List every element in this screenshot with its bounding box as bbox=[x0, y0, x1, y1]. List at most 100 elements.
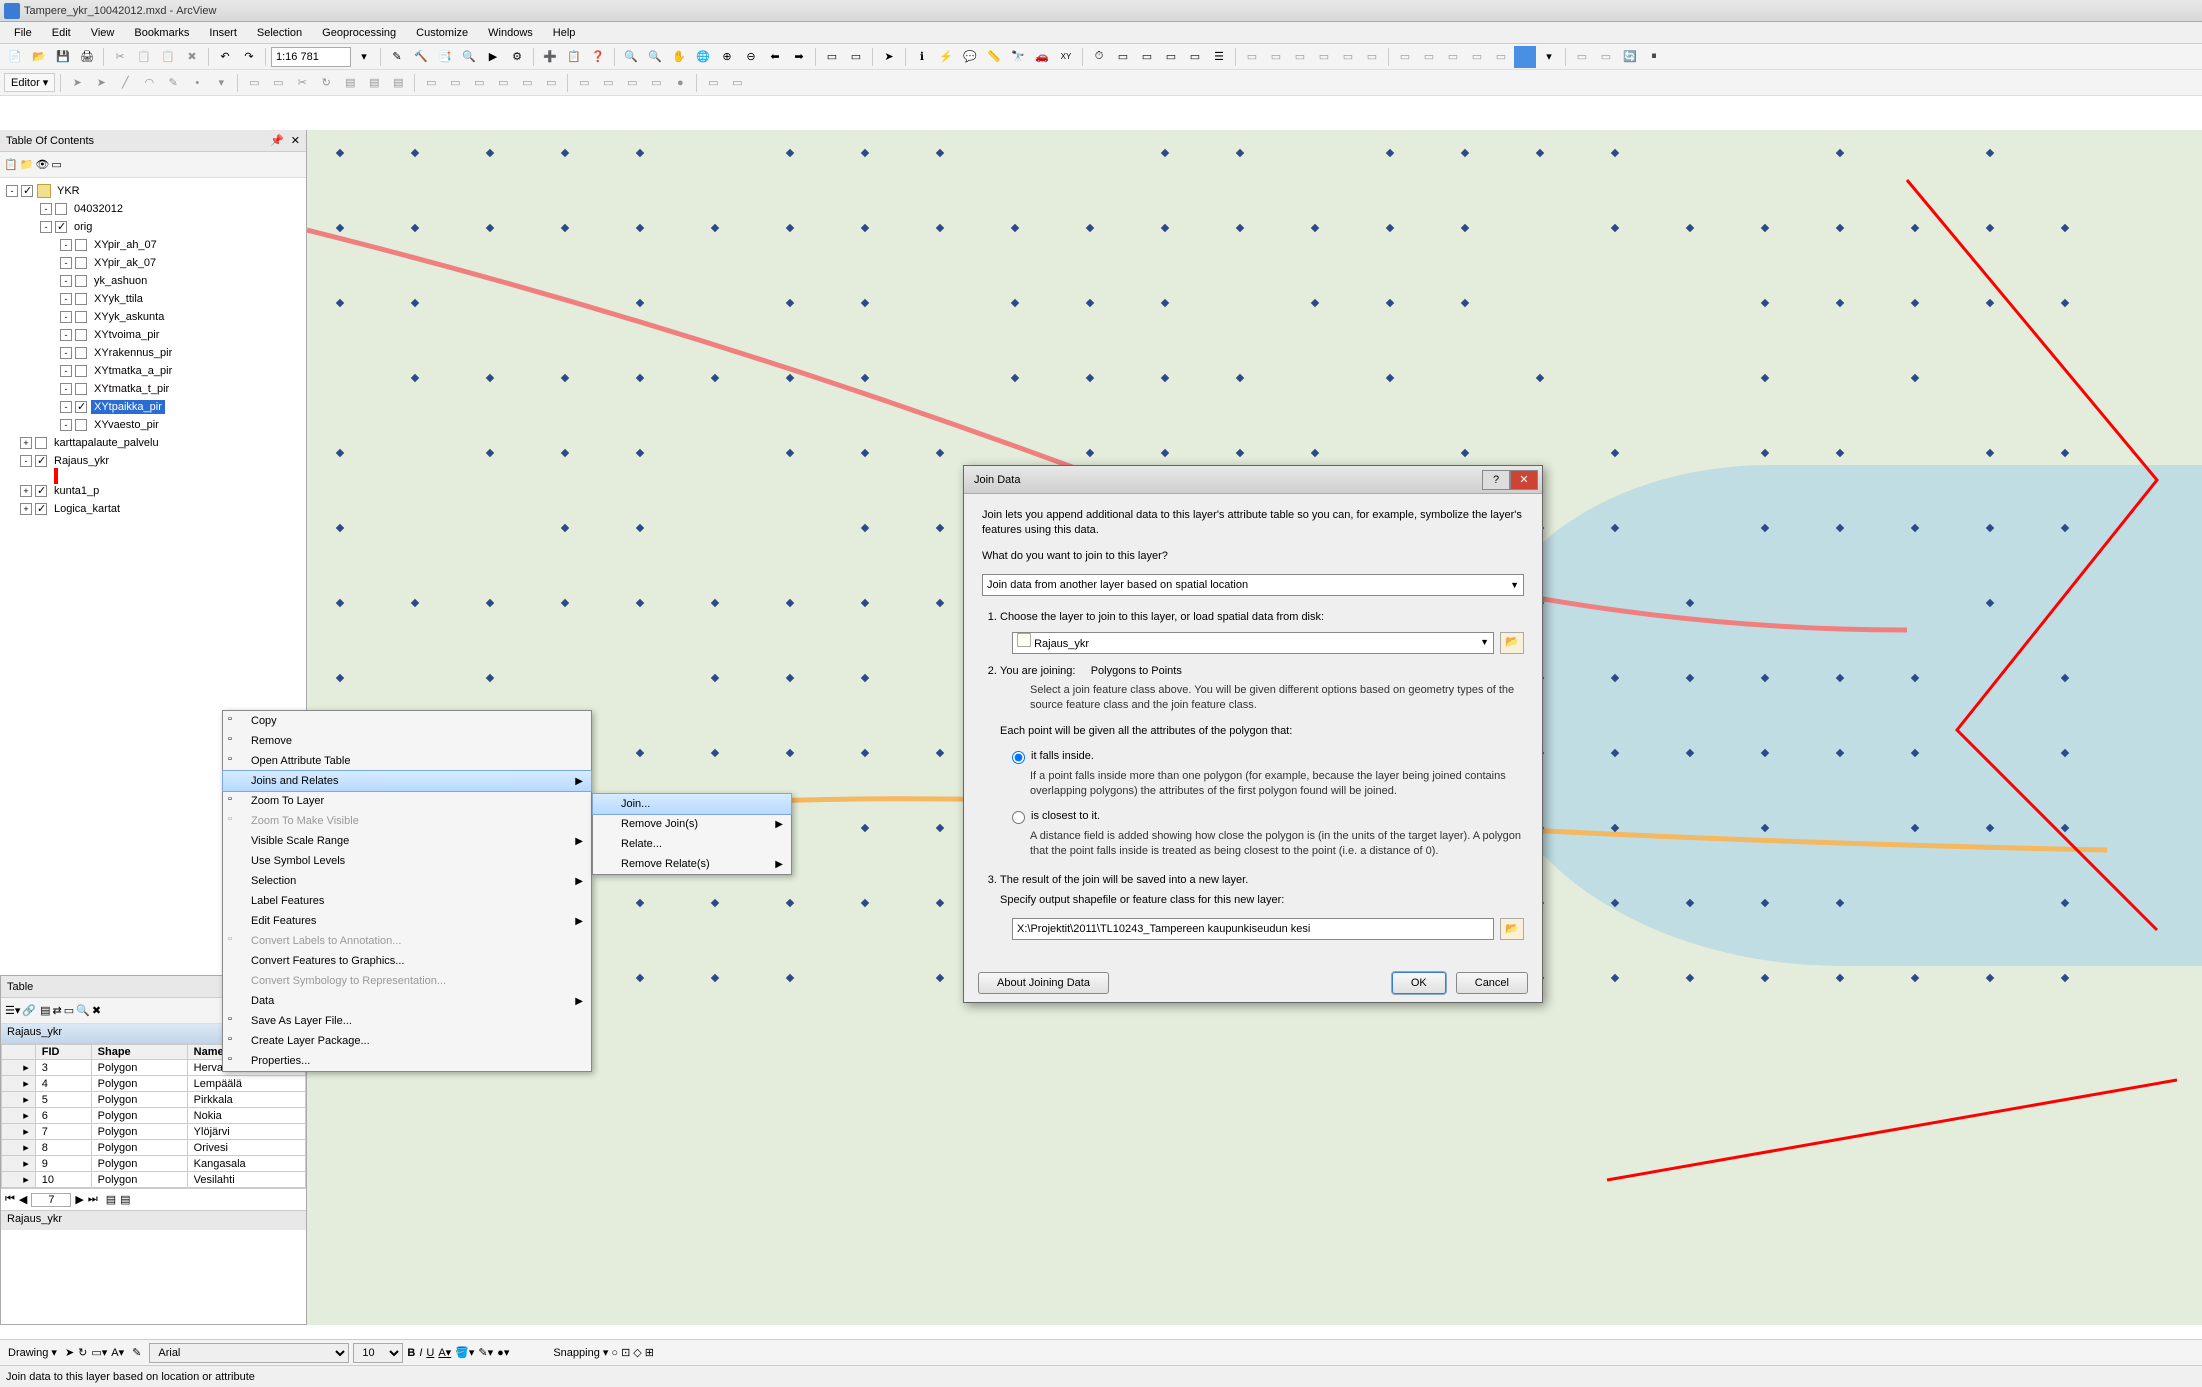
ctxmenu-visible-scale-range[interactable]: Visible Scale Range ▶ bbox=[223, 831, 591, 851]
browse-layer-button[interactable]: 📂 bbox=[1500, 632, 1524, 654]
edit-annotation-icon[interactable]: ➤ bbox=[90, 72, 112, 94]
submenu-relate-[interactable]: Relate... bbox=[593, 834, 791, 854]
hyperlink-icon[interactable]: ⚡ bbox=[935, 46, 957, 68]
rotate-icon[interactable]: ↻ bbox=[78, 1346, 87, 1359]
underline-icon[interactable]: U bbox=[426, 1347, 434, 1359]
ctxmenu-edit-features[interactable]: Edit Features ▶ bbox=[223, 911, 591, 931]
layer-label[interactable]: orig bbox=[71, 220, 95, 234]
layer-checkbox[interactable] bbox=[35, 437, 47, 449]
toc-layer-04032012[interactable]: - 04032012 bbox=[0, 200, 306, 218]
save-icon[interactable]: 💾 bbox=[52, 46, 74, 68]
row-indicator[interactable]: ▸ bbox=[2, 1092, 36, 1108]
toc-layer-Logica_kartat[interactable]: + Logica_kartat bbox=[0, 500, 306, 518]
toc-pin-icon[interactable]: 📌 bbox=[270, 135, 284, 147]
row-indicator[interactable]: ▸ bbox=[2, 1060, 36, 1076]
full-extent-icon[interactable]: 🌐 bbox=[692, 46, 714, 68]
expand-icon[interactable]: - bbox=[60, 257, 72, 269]
submenu-remove-relate-s-[interactable]: Remove Relate(s) ▶ bbox=[593, 854, 791, 874]
toc-list-by-visibility-icon[interactable]: 👁 bbox=[35, 158, 49, 171]
viewer-icon[interactable]: ▭ bbox=[1184, 46, 1206, 68]
expand-icon[interactable]: - bbox=[60, 383, 72, 395]
topo-ed12-icon[interactable]: ▭ bbox=[702, 72, 724, 94]
legend-icon[interactable]: ▭ bbox=[1241, 46, 1263, 68]
browse-output-button[interactable]: 📂 bbox=[1500, 918, 1524, 940]
topo-ed3-icon[interactable]: ▭ bbox=[468, 72, 490, 94]
layer-checkbox[interactable] bbox=[75, 257, 87, 269]
cell[interactable]: Orivesi bbox=[187, 1140, 305, 1156]
layer-context-menu[interactable]: ▫ Copy ▫ Remove ▫ Open Attribute Table J… bbox=[222, 710, 592, 1072]
cell[interactable]: 3 bbox=[35, 1060, 91, 1076]
toc-layer-kunta1_p[interactable]: + kunta1_p bbox=[0, 482, 306, 500]
magnifier-icon[interactable]: ▭ bbox=[1160, 46, 1182, 68]
cut-icon[interactable]: ✂ bbox=[109, 46, 131, 68]
zoom-whole-icon[interactable]: ▭ bbox=[1466, 46, 1488, 68]
cell[interactable]: Polygon bbox=[91, 1060, 187, 1076]
row-indicator[interactable]: ▸ bbox=[2, 1076, 36, 1092]
toc-layer-XYyk_askunta[interactable]: - XYyk_askunta bbox=[0, 308, 306, 326]
toc-layer-XYtmatka_a_pir[interactable]: - XYtmatka_a_pir bbox=[0, 362, 306, 380]
table-first-icon[interactable]: ⏮ bbox=[5, 1193, 15, 1206]
font-combo[interactable]: Arial bbox=[149, 1343, 349, 1363]
cell[interactable]: 6 bbox=[35, 1108, 91, 1124]
dialog-titlebar[interactable]: Join Data ? ✕ bbox=[964, 466, 1542, 494]
toc-layer-XYtmatka_t_pir[interactable]: - XYtmatka_t_pir bbox=[0, 380, 306, 398]
ctxmenu-convert-features-to-graphics-[interactable]: Convert Features to Graphics... bbox=[223, 951, 591, 971]
row-indicator[interactable]: ▸ bbox=[2, 1108, 36, 1124]
layer-label[interactable]: kunta1_p bbox=[51, 484, 102, 498]
table-clear-selection-icon[interactable]: ▭ bbox=[64, 1004, 74, 1017]
layer-checkbox[interactable] bbox=[75, 239, 87, 251]
col-header-FID[interactable]: FID bbox=[35, 1045, 91, 1060]
select-elements-icon[interactable]: ➤ bbox=[65, 1346, 74, 1359]
expand-icon[interactable]: - bbox=[60, 419, 72, 431]
best-fit-icon[interactable]: ▭ bbox=[1418, 46, 1440, 68]
layer-label[interactable]: XYpir_ah_07 bbox=[91, 238, 160, 252]
menu-customize[interactable]: Customize bbox=[406, 23, 478, 43]
output-path-input[interactable] bbox=[1012, 918, 1494, 940]
line-color-icon[interactable]: ✎▾ bbox=[478, 1346, 493, 1359]
toc-layer-karttapalaute_palvelu[interactable]: + karttapalaute_palvelu bbox=[0, 434, 306, 452]
toc-layer-yk_ashuon[interactable]: - yk_ashuon bbox=[0, 272, 306, 290]
ok-button[interactable]: OK bbox=[1392, 972, 1446, 994]
cell[interactable]: Nokia bbox=[187, 1108, 305, 1124]
print-icon[interactable]: 🖨 bbox=[76, 46, 98, 68]
cell[interactable]: Polygon bbox=[91, 1156, 187, 1172]
table-row[interactable]: ▸4PolygonLempäälä bbox=[2, 1076, 306, 1092]
layer-label[interactable]: Logica_kartat bbox=[51, 502, 123, 516]
open-icon[interactable]: 📂 bbox=[28, 46, 50, 68]
modelbuilder-icon[interactable]: ⚙ bbox=[506, 46, 528, 68]
layout-view-icon[interactable]: ▭ bbox=[1595, 46, 1617, 68]
ctxmenu-copy[interactable]: ▫ Copy bbox=[223, 711, 591, 731]
menu-bookmarks[interactable]: Bookmarks bbox=[124, 23, 199, 43]
find-icon[interactable]: 🔭 bbox=[1007, 46, 1029, 68]
table-row[interactable]: ▸9PolygonKangasala bbox=[2, 1156, 306, 1172]
cell[interactable]: Polygon bbox=[91, 1076, 187, 1092]
layer-checkbox[interactable] bbox=[75, 401, 87, 413]
edit-vertices-icon[interactable]: ▾ bbox=[210, 72, 232, 94]
pan-icon[interactable]: ✋ bbox=[668, 46, 690, 68]
layer-label[interactable]: XYtmatka_a_pir bbox=[91, 364, 175, 378]
expand-icon[interactable]: + bbox=[20, 485, 32, 497]
table-show-all-icon[interactable]: ▤ bbox=[106, 1193, 116, 1206]
join-layer-combo[interactable]: Rajaus_ykr ▼ bbox=[1012, 632, 1494, 654]
cell[interactable]: 8 bbox=[35, 1140, 91, 1156]
cell[interactable]: Lempäälä bbox=[187, 1076, 305, 1092]
topo-ed4-icon[interactable]: ▭ bbox=[492, 72, 514, 94]
ctxmenu-selection[interactable]: Selection ▶ bbox=[223, 871, 591, 891]
snapping-menu[interactable]: Snapping ▾ bbox=[553, 1346, 608, 1359]
marker-color-icon[interactable]: ●▾ bbox=[497, 1346, 509, 1359]
toc-list-by-drawing-icon[interactable]: 📋 bbox=[4, 158, 18, 171]
cell[interactable]: Vesilahti bbox=[187, 1172, 305, 1188]
expand-icon[interactable]: - bbox=[60, 293, 72, 305]
sketch-props-icon[interactable]: ▤ bbox=[363, 72, 385, 94]
font-size-combo[interactable]: 10 bbox=[353, 1343, 403, 1363]
point-icon[interactable]: • bbox=[186, 72, 208, 94]
layer-label[interactable]: yk_ashuon bbox=[91, 274, 150, 288]
menu-view[interactable]: View bbox=[81, 23, 125, 43]
table-row[interactable]: ▸5PolygonPirkkala bbox=[2, 1092, 306, 1108]
trace-icon[interactable]: ✎ bbox=[162, 72, 184, 94]
copy-icon[interactable]: 📋 bbox=[133, 46, 155, 68]
cell[interactable]: 9 bbox=[35, 1156, 91, 1172]
layer-label[interactable]: XYrakennus_pir bbox=[91, 346, 175, 360]
expand-icon[interactable]: - bbox=[60, 275, 72, 287]
table-record-input[interactable] bbox=[31, 1193, 71, 1207]
